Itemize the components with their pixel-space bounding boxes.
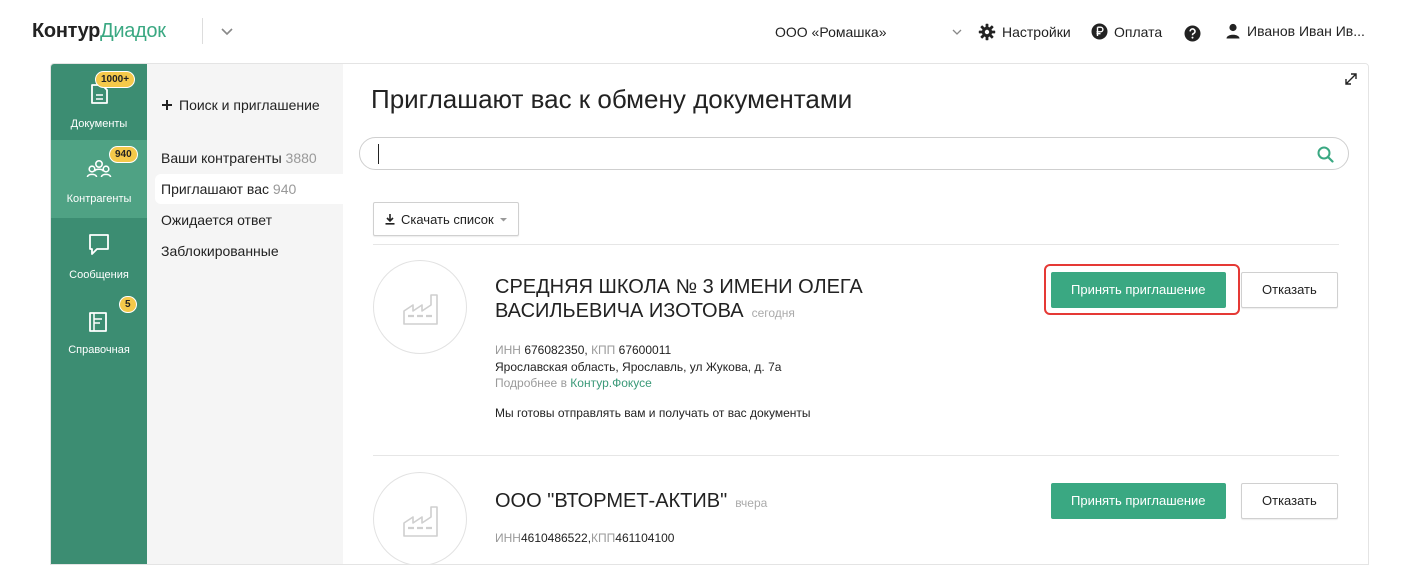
- subnav-label: Ваши контрагенты: [161, 150, 282, 166]
- search-input[interactable]: [374, 142, 1308, 167]
- download-icon: [385, 214, 395, 225]
- nav-item-reference[interactable]: 5 Справочная: [51, 292, 147, 362]
- nav-item-messages[interactable]: Сообщения: [51, 218, 147, 292]
- gear-icon: [978, 23, 996, 41]
- payment-label: Оплата: [1114, 23, 1163, 40]
- page-title: Приглашают вас к обмену документами: [371, 84, 853, 114]
- kpp-label: КПП: [591, 531, 616, 545]
- invitation-requisites: ИНН 676082350, КПП 67600011: [495, 342, 671, 358]
- invitation-message: Мы готовы отправлять вам и получать от в…: [495, 406, 811, 420]
- accept-invitation-button[interactable]: Принять приглашение: [1051, 272, 1226, 308]
- divider: [373, 244, 1339, 245]
- search-and-invite-link[interactable]: Поиск и приглашение: [161, 97, 320, 113]
- inn-value: 676082350,: [524, 343, 588, 357]
- kpp-value: 461104100: [615, 531, 675, 545]
- documents-badge: 1000+: [95, 71, 136, 88]
- help-icon[interactable]: [1184, 25, 1201, 42]
- ruble-icon: [1091, 23, 1108, 40]
- logo-brand: Контур: [32, 20, 101, 42]
- caret-down-icon: [499, 217, 507, 221]
- inn-label: ИНН: [495, 343, 521, 357]
- chevron-down-icon[interactable]: [218, 22, 236, 40]
- organization-name-text: СРЕДНЯЯ ШКОЛА № 3 ИМЕНИ ОЛЕГА ВАСИЛЬЕВИЧ…: [495, 276, 863, 322]
- kpp-label: КПП: [591, 343, 616, 357]
- people-icon: [86, 160, 112, 178]
- reject-invitation-button[interactable]: Отказать: [1241, 272, 1338, 308]
- subnav-item-your-counterparties[interactable]: Ваши контрагенты 3880: [155, 143, 333, 173]
- divider: [373, 455, 1339, 456]
- expand-icon[interactable]: [1344, 72, 1358, 86]
- subnav-item-invite-you[interactable]: Приглашают вас 940: [155, 174, 343, 204]
- factory-icon: [403, 294, 438, 325]
- search-icon[interactable]: [1317, 146, 1334, 163]
- user-icon: [1226, 23, 1240, 39]
- factory-icon: [403, 506, 438, 537]
- subnav-count: 940: [272, 181, 297, 197]
- organization-avatar: [373, 260, 467, 354]
- subnav-label: Приглашают вас: [161, 181, 270, 197]
- search-and-invite-label: Поиск и приглашение: [179, 97, 320, 113]
- invitation-organization-name[interactable]: СРЕДНЯЯ ШКОЛА № 3 ИМЕНИ ОЛЕГА ВАСИЛЬЕВИЧ…: [495, 275, 1015, 325]
- organization-name-text: ООО "ВТОРМЕТ-АКТИВ": [495, 490, 728, 512]
- nav-item-counterparties[interactable]: 940 Контрагенты: [51, 140, 147, 218]
- subnav-label: Ожидается ответ: [161, 212, 272, 228]
- organization-avatar: [373, 472, 467, 564]
- user-name: Иванов Иван Ив...: [1247, 23, 1365, 39]
- nav-label: Контрагенты: [66, 193, 132, 205]
- main-navigation: 1000+ Документы 940 Контрагенты Сообщени…: [51, 64, 147, 564]
- subnav-count: 3880: [285, 150, 317, 166]
- settings-label: Настройки: [1002, 24, 1071, 40]
- reference-badge: 5: [119, 296, 137, 313]
- subnav-item-blocked[interactable]: Заблокированные: [155, 236, 333, 266]
- download-list-button[interactable]: Скачать список: [373, 202, 519, 236]
- settings-link[interactable]: Настройки: [978, 23, 1071, 41]
- user-menu[interactable]: Иванов Иван Ив...: [1225, 23, 1365, 39]
- more-info-prefix: Подробнее в: [495, 376, 567, 390]
- logo-divider: [202, 18, 203, 44]
- counterparties-badge: 940: [109, 146, 138, 163]
- inn-value: 4610486522,: [520, 531, 592, 545]
- organization-chevron-icon[interactable]: [951, 26, 963, 38]
- payment-link[interactable]: Оплата: [1091, 23, 1162, 40]
- nav-label: Сообщения: [69, 269, 129, 281]
- invitation-date: вчера: [735, 496, 768, 510]
- invitation-date: сегодня: [751, 306, 795, 320]
- sub-navigation: Поиск и приглашение Ваши контрагенты 388…: [147, 64, 343, 564]
- reject-invitation-button[interactable]: Отказать: [1241, 483, 1338, 519]
- invitation-requisites: ИНН4610486522,КПП461104100: [495, 530, 674, 546]
- inn-label: ИНН: [495, 531, 521, 545]
- search-box: [359, 137, 1349, 170]
- app-frame: 1000+ Документы 940 Контрагенты Сообщени…: [50, 63, 1369, 565]
- kpp-value: 67600011: [618, 343, 672, 357]
- nav-label: Справочная: [68, 344, 130, 356]
- nav-label: Документы: [70, 118, 128, 130]
- subnav-item-awaiting-response[interactable]: Ожидается ответ: [155, 205, 333, 235]
- message-icon: [89, 234, 109, 255]
- invitation-address: Ярославская область, Ярославль, ул Жуков…: [495, 360, 782, 374]
- invitation-more-info: Подробнее в Контур.Фокусе: [495, 375, 652, 391]
- main-content: Приглашают вас к обмену документами Скач…: [343, 64, 1368, 564]
- kontur-focus-link[interactable]: Контур.Фокусе: [570, 376, 652, 390]
- book-icon: [89, 312, 107, 332]
- subnav-label: Заблокированные: [161, 243, 279, 259]
- accept-invitation-button[interactable]: Принять приглашение: [1051, 483, 1226, 519]
- plus-icon: [162, 100, 172, 110]
- download-list-label: Скачать список: [401, 211, 494, 227]
- nav-item-documents[interactable]: 1000+ Документы: [51, 64, 147, 140]
- top-bar: КонтурДиадок ООО «Ромашка» Настройки Опл…: [0, 0, 1418, 64]
- logo-product: Диадок: [100, 20, 166, 42]
- invitation-organization-name[interactable]: ООО "ВТОРМЕТ-АКТИВ" вчера: [495, 489, 1015, 515]
- organization-selector[interactable]: ООО «Ромашка»: [775, 24, 887, 40]
- logo[interactable]: КонтурДиадок: [32, 20, 166, 43]
